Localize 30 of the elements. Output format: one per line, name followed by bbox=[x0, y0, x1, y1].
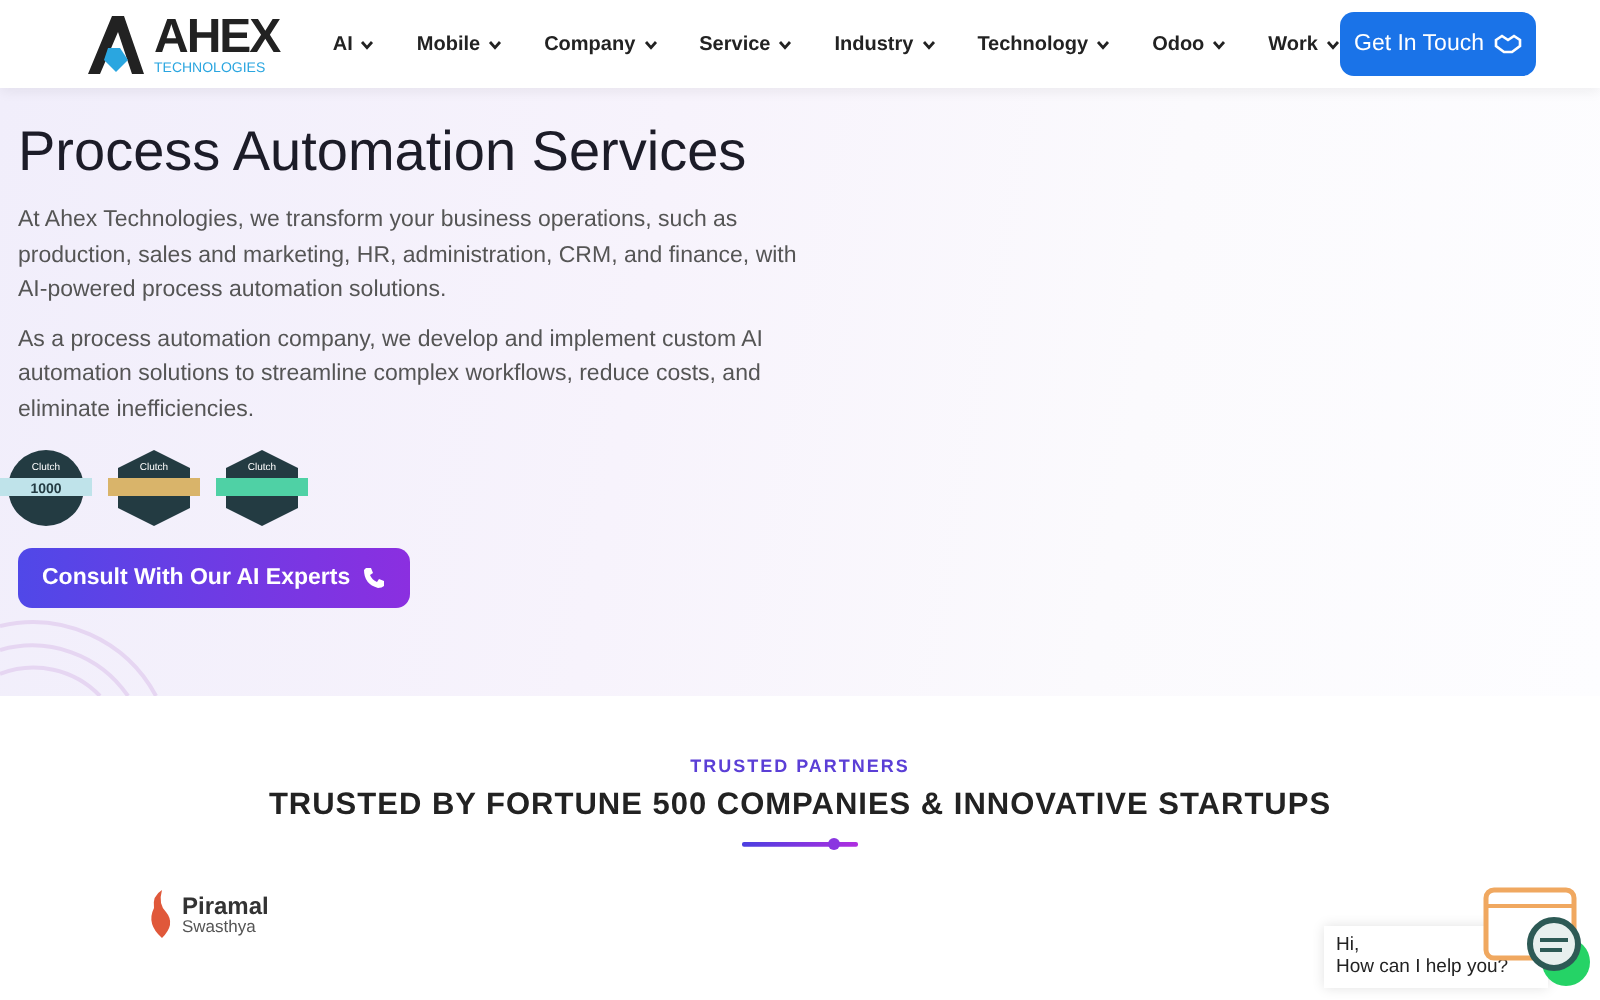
chevron-icon bbox=[488, 39, 503, 49]
hero-paragraph: As a process automation company, we develop and implement custom AI automation solutions to streamline complex workflows, reduce costs, and eliminate inefficiencies. bbox=[18, 325, 765, 425]
logo-name: AHEX bbox=[154, 14, 280, 62]
nav-menu-item[interactable]: Service bbox=[699, 33, 793, 55]
chat-text: How can I help you? bbox=[1336, 956, 1509, 980]
section-title: TRUSTED BY FORTUNE 500 COMPANIES & INNOVATIVE STARTUPS bbox=[268, 788, 1332, 824]
nav-menu-item[interactable]: Industry bbox=[834, 33, 936, 55]
chevron-icon bbox=[643, 39, 658, 49]
chevron-icon bbox=[1212, 39, 1227, 49]
nav-menu-item[interactable]: Company bbox=[544, 33, 658, 55]
section-eyebrow: TRUSTED PARTNERS bbox=[690, 756, 910, 776]
consult-button[interactable]: Consult With Our AI Experts bbox=[18, 548, 411, 608]
partner-subtitle: Swasthya bbox=[182, 917, 258, 935]
nav-menu-item[interactable]: Mobile bbox=[416, 33, 503, 55]
nav-menu-item[interactable]: Technology bbox=[977, 33, 1111, 55]
chat-text: Hi, bbox=[1336, 934, 1362, 957]
chevron-icon bbox=[921, 39, 936, 49]
nav-menu-item[interactable]: Work bbox=[1268, 33, 1340, 55]
chevron-icon bbox=[1326, 39, 1340, 49]
hero-title: Process Automation Services bbox=[18, 120, 749, 184]
divider-decoration bbox=[742, 836, 858, 852]
hero-paragraph: At Ahex Technologies, we transform your business operations, such as production, sales and marketing, HR, administration, CRM, and finance, with AI-powered process automation solutions. bbox=[18, 206, 799, 306]
nav-menu-item[interactable]: AI bbox=[332, 33, 375, 55]
chevron-icon bbox=[778, 39, 793, 49]
phone-icon bbox=[362, 566, 387, 590]
partner-name: Piramal bbox=[182, 893, 269, 918]
get-in-touch-button[interactable]: Get In Touch bbox=[1340, 12, 1536, 76]
chevron-icon bbox=[360, 39, 375, 49]
nav-menu-item[interactable]: Odoo bbox=[1152, 33, 1227, 55]
chevron-icon bbox=[1096, 39, 1111, 49]
